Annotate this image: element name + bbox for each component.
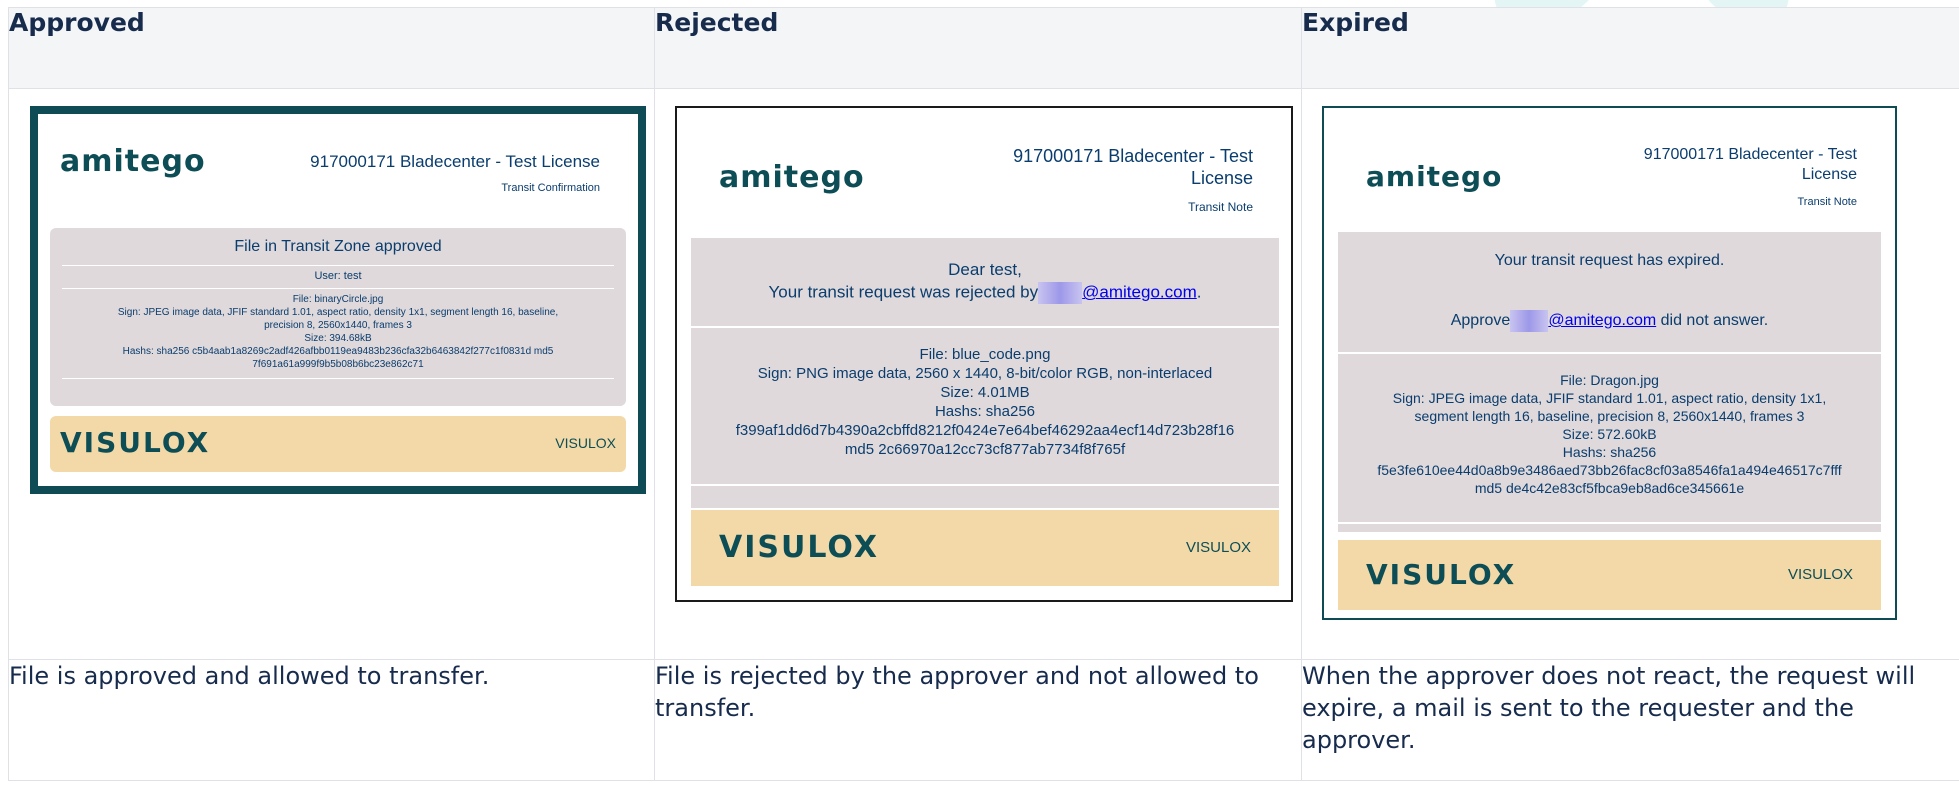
status-heading: File in Transit Zone approved — [234, 238, 442, 255]
file-line: File: Dragon.jpg — [1560, 372, 1659, 388]
hash-line-2: md5 2c66970a12cc73cf877ab7734f8f765f — [844, 441, 1126, 458]
divider — [62, 288, 614, 289]
mail-subtitle: Transit Note — [1797, 196, 1857, 208]
size-line: Size: 4.01MB — [940, 384, 1030, 401]
description-approved: File is approved and allowed to transfer… — [8, 659, 655, 781]
sign-line: Sign: JPEG image data, JFIF standard 1.0… — [117, 307, 559, 318]
divider — [1338, 522, 1881, 524]
redacted-email — [1038, 282, 1083, 304]
header-approved: Approved — [8, 7, 655, 89]
amitego-logo: amitego — [60, 144, 206, 179]
mail-footer: VISULOX VISULOX — [50, 416, 626, 472]
reject-message: Your transit request was rejected by @ami… — [691, 282, 1279, 304]
approved-mail: amitego 917000171 Bladecenter - Test Lic… — [30, 106, 646, 494]
approver-email-link[interactable]: @amitego.com — [1548, 312, 1656, 329]
approver-suffix: did not answer. — [1660, 312, 1769, 330]
visulox-logo: VISULOX — [60, 426, 210, 459]
footer-text: VISULOX — [555, 435, 616, 451]
mail-body-panel: File in Transit Zone approved User: test… — [50, 228, 626, 406]
mail-subtitle: Transit Confirmation — [501, 182, 600, 194]
sign-line-2: segment length 16, baseline, precision 8… — [1414, 408, 1805, 424]
mail-subtitle: Transit Note — [1188, 200, 1253, 214]
visulox-logo: VISULOX — [719, 530, 879, 565]
divider — [691, 484, 1279, 486]
size-line: Size: 394.68kB — [304, 333, 372, 344]
description-rejected: File is rejected by the approver and not… — [654, 659, 1302, 781]
status-heading: Your transit request has expired. — [1494, 252, 1725, 269]
divider — [691, 326, 1279, 328]
user-line: User: test — [314, 270, 362, 282]
mail-title: 917000171 Bladecenter - Test License — [310, 152, 600, 171]
amitego-logo: amitego — [719, 160, 865, 195]
mail-footer: VISULOX VISULOX — [691, 510, 1279, 586]
mail-body-panel: Dear test, Your transit request was reje… — [691, 238, 1279, 508]
reject-message-text: Your transit request was rejected by — [768, 282, 1039, 302]
redacted-email — [1510, 310, 1549, 332]
visulox-logo-text: VISULOX — [60, 426, 211, 459]
mail-title-2: License — [1801, 166, 1857, 183]
description-expired: When the approver does not react, the re… — [1301, 659, 1959, 781]
divider — [1338, 352, 1881, 354]
header-rejected: Rejected — [654, 7, 1302, 89]
file-line: File: blue_code.png — [919, 346, 1051, 363]
period: . — [1196, 282, 1202, 302]
mail-title: 917000171 Bladecenter - Test — [1013, 146, 1253, 166]
mail-footer: VISULOX VISULOX — [1338, 540, 1881, 610]
hash-line-2: 7f691a61a999f9b5b08b6bc23e862c71 — [252, 359, 424, 370]
hash-label: Hashs: sha256 — [934, 403, 1036, 420]
visulox-logo-text: VISULOX — [1366, 558, 1517, 591]
approver-prefix: Approve — [1450, 312, 1511, 330]
footer-text: VISULOX — [1787, 566, 1853, 583]
sign-line-2: precision 8, 2560x1440, frames 3 — [264, 320, 412, 331]
expired-mail: amitego 917000171 Bladecenter - Test Lic… — [1322, 106, 1897, 620]
amitego-logo: amitego — [1366, 160, 1503, 193]
approver-line: Approve @amitego.com did not answer. — [1338, 310, 1881, 332]
greeting: Dear test, — [948, 260, 1022, 279]
hash-line: f399af1dd6d7b4390a2cbffd8212f0424e7e64be… — [735, 422, 1235, 439]
footer-text: VISULOX — [1185, 539, 1251, 556]
visulox-logo-text: VISULOX — [719, 530, 879, 565]
divider — [62, 265, 614, 266]
hash-line-2: md5 de4c42e83cf5fbca9eb8ad6ce345661e — [1474, 480, 1745, 496]
divider — [62, 378, 614, 379]
hash-line: Hashs: sha256 c5b4aab1a8269c2adf426afbb0… — [122, 346, 554, 357]
sign-line: Sign: PNG image data, 2560 x 1440, 8-bit… — [757, 365, 1213, 382]
mail-title: 917000171 Bladecenter - Test — [1643, 146, 1857, 163]
hash-label: Hashs: sha256 — [1562, 444, 1657, 460]
sign-line: Sign: JPEG image data, JFIF standard 1.0… — [1392, 390, 1827, 406]
visulox-logo: VISULOX — [1366, 558, 1516, 591]
size-line: Size: 572.60kB — [1562, 426, 1657, 442]
hash-line: f5e3fe610ee44d0a8b9e3486aed73bb26fac8cf0… — [1377, 462, 1842, 478]
rejected-mail: amitego 917000171 Bladecenter - Test Lic… — [675, 106, 1293, 602]
mail-title-2: License — [1190, 168, 1253, 188]
mail-body-panel: Your transit request has expired. Approv… — [1338, 232, 1881, 532]
approver-email-link[interactable]: @amitego.com — [1082, 282, 1197, 301]
header-expired: Expired — [1301, 7, 1959, 89]
file-line: File: binaryCircle.jpg — [292, 294, 384, 305]
